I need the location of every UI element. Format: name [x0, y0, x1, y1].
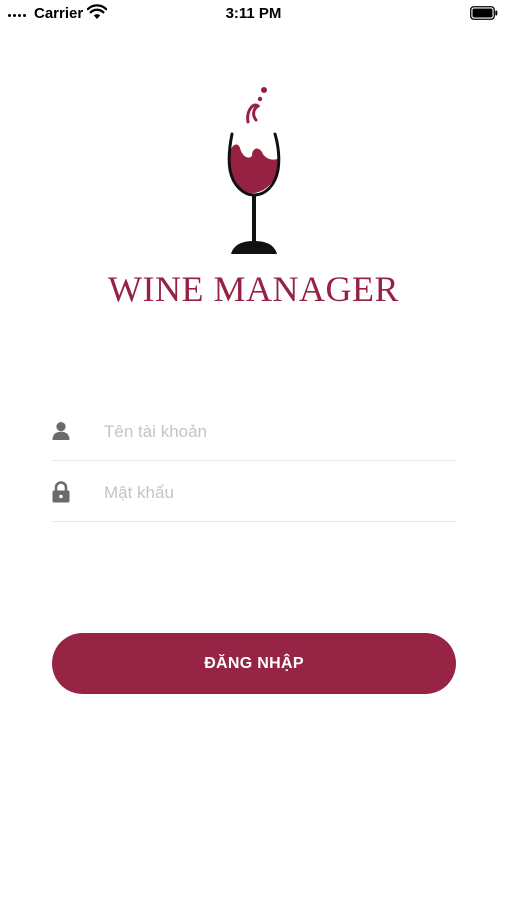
user-icon	[52, 422, 70, 440]
login-button[interactable]: ĐĂNG NHẬP	[52, 633, 456, 694]
app-title: WINE MANAGER	[108, 269, 399, 309]
status-time: 3:11 PM	[225, 5, 282, 22]
username-field	[52, 403, 456, 461]
wine-glass-icon	[227, 87, 281, 254]
password-input[interactable]	[104, 480, 444, 506]
username-input[interactable]	[104, 419, 444, 445]
status-bar: Carrier 3:11 PM	[0, 0, 507, 28]
battery-icon	[470, 6, 498, 20]
lock-icon	[52, 481, 70, 503]
password-field	[52, 464, 456, 522]
